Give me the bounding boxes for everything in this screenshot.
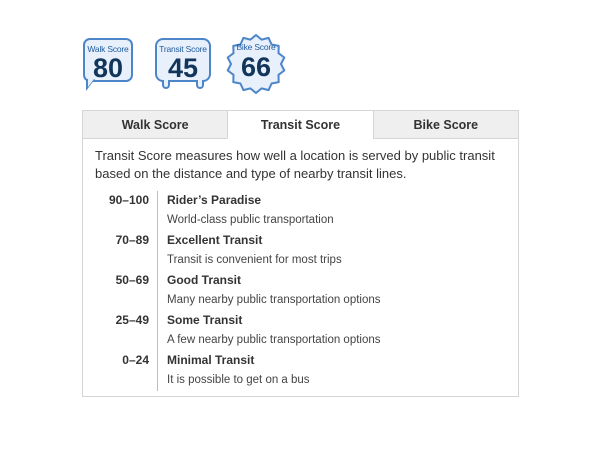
score-range-description: Many nearby public transportation option… <box>167 294 381 306</box>
score-range-description: Transit is convenient for most trips <box>167 254 342 266</box>
score-range-body: Some Transit A few nearby public transpo… <box>157 311 518 351</box>
bike-score-badge-value: 66 <box>240 52 272 82</box>
score-range-title: Some Transit <box>167 313 243 327</box>
walk-badge-pointer-fill <box>88 79 94 87</box>
transit-score-badge[interactable]: Transit Score 45 <box>155 38 211 83</box>
score-range-description: It is possible to get on a bus <box>167 374 310 386</box>
score-range-value: 25–49 <box>115 313 149 327</box>
score-range-description: World-class public transportation <box>167 214 334 226</box>
score-range-body: Excellent Transit Transit is convenient … <box>157 231 518 271</box>
tab-walk-score[interactable]: Walk Score <box>83 111 228 139</box>
bus-wheel-right-icon <box>196 80 204 89</box>
score-range-list: 90–100 Rider’s Paradise World-class publ… <box>83 191 518 391</box>
score-range-value: 0–24 <box>122 353 149 367</box>
score-range-title: Excellent Transit <box>167 233 263 247</box>
bus-wheel-left-icon <box>162 80 170 89</box>
score-range-row: 25–49 Some Transit A few nearby public t… <box>83 311 518 351</box>
score-range-value: 50–69 <box>115 273 149 287</box>
walk-score-badge[interactable]: Walk Score 80 <box>83 38 133 83</box>
score-range-body: Rider’s Paradise World-class public tran… <box>157 191 518 231</box>
tab-transit-score[interactable]: Transit Score <box>227 111 373 139</box>
tab-bike-score[interactable]: Bike Score <box>372 111 518 139</box>
score-range-row: 90–100 Rider’s Paradise World-class publ… <box>83 191 518 231</box>
transit-score-description: Transit Score measures how well a locati… <box>95 148 495 181</box>
score-range-body: Good Transit Many nearby public transpor… <box>157 271 518 311</box>
score-tabs: Walk Score Transit Score Bike Score <box>83 111 518 139</box>
score-range-value: 90–100 <box>108 193 149 207</box>
score-range-title: Minimal Transit <box>167 353 255 367</box>
bike-score-badge[interactable]: Bike Score 66 <box>225 38 287 88</box>
bike-score-badge-label: Bike Score <box>236 42 276 52</box>
score-range-body: Minimal Transit It is possible to get on… <box>157 351 518 391</box>
score-range-description: A few nearby public transportation optio… <box>167 334 381 346</box>
score-range-title: Rider’s Paradise <box>167 193 262 207</box>
transit-score-badge-value: 45 <box>167 53 199 83</box>
score-badges: Walk Score 80 Transit Score 45 Bike Scor… <box>0 0 600 100</box>
score-info-panel: Walk Score Transit Score Bike Score Tran… <box>82 110 519 397</box>
score-range-row: 0–24 Minimal Transit It is possible to g… <box>83 351 518 391</box>
score-range-row: 70–89 Excellent Transit Transit is conve… <box>83 231 518 271</box>
score-range-row: 50–69 Good Transit Many nearby public tr… <box>83 271 518 311</box>
score-range-value: 70–89 <box>115 233 149 247</box>
score-range-title: Good Transit <box>167 273 242 287</box>
